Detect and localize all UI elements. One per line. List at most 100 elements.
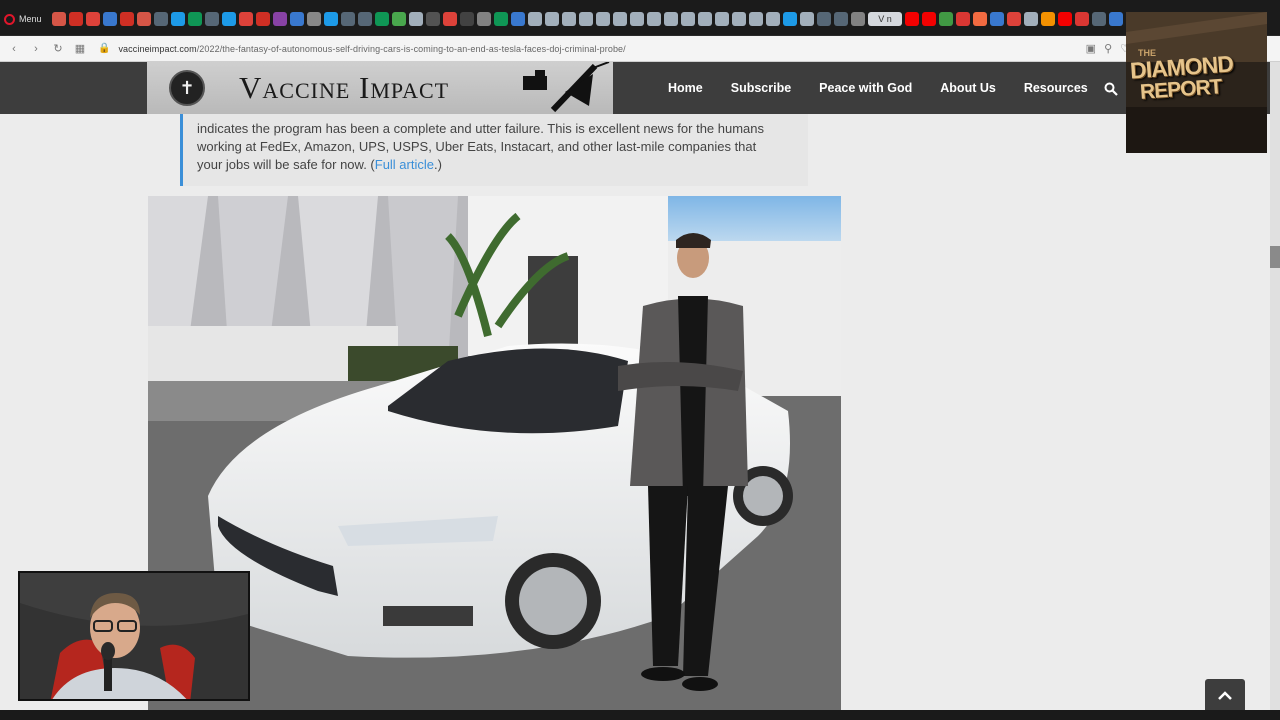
browser-menu-label: Menu — [19, 14, 42, 24]
browser-tab[interactable] — [494, 12, 508, 26]
syringe-logo-icon — [523, 62, 610, 113]
browser-tab[interactable] — [1024, 12, 1038, 26]
browser-tab[interactable] — [154, 12, 168, 26]
nav-item-home[interactable]: Home — [668, 81, 703, 95]
scrollbar-thumb[interactable] — [1270, 246, 1280, 268]
browser-tab[interactable] — [1109, 12, 1123, 26]
browser-tab[interactable] — [732, 12, 746, 26]
browser-tab[interactable] — [613, 12, 627, 26]
diamond-report-overlay: THE DIAMOND REPORT — [1126, 12, 1267, 153]
quote-line: working at FedEx, Amazon, UPS, USPS, Ube… — [197, 139, 757, 154]
browser-tab[interactable] — [681, 12, 695, 26]
browser-tab[interactable] — [664, 12, 678, 26]
opera-logo-icon — [4, 13, 15, 25]
page-scrollbar[interactable] — [1270, 62, 1280, 710]
browser-tab[interactable] — [800, 12, 814, 26]
browser-tab[interactable] — [52, 12, 66, 26]
reload-icon[interactable]: ↻ — [50, 41, 66, 57]
browser-tab[interactable] — [443, 12, 457, 26]
back-icon[interactable]: ‹ — [6, 41, 22, 57]
browser-tab[interactable] — [905, 12, 919, 26]
snapshot-icon[interactable]: ▣ — [1086, 42, 1096, 55]
browser-tab[interactable] — [426, 12, 440, 26]
site-logo[interactable]: ✝ Vaccine Impact — [147, 62, 613, 114]
browser-tab[interactable] — [222, 12, 236, 26]
browser-tab[interactable] — [596, 12, 610, 26]
browser-menu-button[interactable]: Menu — [4, 10, 42, 28]
browser-tab[interactable] — [630, 12, 644, 26]
nav-item-subscribe[interactable]: Subscribe — [731, 81, 791, 95]
logo-text: Vaccine Impact — [239, 70, 450, 105]
nav-item-about-us[interactable]: About Us — [940, 81, 996, 95]
browser-tab[interactable] — [273, 12, 287, 26]
browser-tab[interactable] — [205, 12, 219, 26]
back-to-top-button[interactable] — [1205, 679, 1245, 710]
browser-tab-bar: Menu V n — [0, 0, 1280, 36]
browser-tab[interactable] — [103, 12, 117, 26]
browser-tab[interactable] — [766, 12, 780, 26]
search-icon[interactable] — [1104, 82, 1118, 96]
browser-tab[interactable] — [341, 12, 355, 26]
browser-tab[interactable] — [939, 12, 953, 26]
browser-tab[interactable] — [528, 12, 542, 26]
browser-tab[interactable] — [1058, 12, 1072, 26]
nav-item-resources[interactable]: Resources — [1024, 81, 1088, 95]
quote-line: indicates the program has been a complet… — [197, 121, 765, 136]
browser-tab[interactable] — [120, 12, 134, 26]
browser-tab[interactable] — [1007, 12, 1021, 26]
chevron-up-icon — [1218, 690, 1232, 700]
logo-seal-icon: ✝ — [169, 70, 205, 106]
presenter-image — [20, 573, 248, 699]
browser-tab[interactable] — [477, 12, 491, 26]
full-article-link[interactable]: Full article — [375, 157, 434, 172]
browser-tab[interactable] — [579, 12, 593, 26]
browser-tab[interactable] — [375, 12, 389, 26]
browser-tab[interactable] — [256, 12, 270, 26]
browser-tab[interactable] — [239, 12, 253, 26]
browser-tab[interactable] — [851, 12, 865, 26]
browser-tab[interactable] — [956, 12, 970, 26]
browser-tab[interactable] — [171, 12, 185, 26]
browser-tab[interactable] — [922, 12, 936, 26]
browser-tab[interactable] — [562, 12, 576, 26]
browser-tab[interactable] — [647, 12, 661, 26]
browser-tab[interactable] — [973, 12, 987, 26]
browser-tab[interactable] — [137, 12, 151, 26]
browser-tab[interactable] — [324, 12, 338, 26]
browser-tab[interactable] — [460, 12, 474, 26]
browser-tab[interactable] — [511, 12, 525, 26]
browser-tab[interactable] — [307, 12, 321, 26]
nav-item-peace-with-god[interactable]: Peace with God — [819, 81, 912, 95]
browser-tab[interactable] — [783, 12, 797, 26]
browser-tab[interactable] — [715, 12, 729, 26]
browser-tab[interactable] — [817, 12, 831, 26]
article-blockquote: indicates the program has been a complet… — [180, 114, 808, 186]
browser-tab[interactable] — [990, 12, 1004, 26]
taskbar-strip — [0, 710, 1280, 720]
browser-tab[interactable] — [834, 12, 848, 26]
browser-tab[interactable] — [69, 12, 83, 26]
lock-icon: 🔒 — [98, 43, 111, 54]
browser-tab[interactable] — [698, 12, 712, 26]
zoom-icon[interactable]: ⚲ — [1104, 42, 1112, 55]
site-header: ✝ Vaccine Impact Home Subscribe Peace with… — [0, 62, 1280, 114]
active-browser-tab[interactable]: V n — [868, 12, 902, 26]
grid-icon[interactable]: ▦ — [72, 41, 88, 57]
browser-tab[interactable] — [1075, 12, 1089, 26]
browser-tab[interactable] — [1092, 12, 1106, 26]
browser-tab[interactable] — [86, 12, 100, 26]
browser-tab[interactable] — [1041, 12, 1055, 26]
browser-tab[interactable] — [188, 12, 202, 26]
quote-line: your jobs will be safe for now. (Full ar… — [197, 157, 442, 172]
browser-tab[interactable] — [545, 12, 559, 26]
presenter-webcam — [18, 571, 250, 701]
address-bar: ‹ › ↻ ▦ 🔒 vaccineimpact.com/2022/the-fan… — [0, 36, 1280, 62]
article-photo — [148, 196, 841, 710]
url-field[interactable]: vaccineimpact.com/2022/the-fantasy-of-au… — [118, 44, 625, 54]
browser-tab[interactable] — [290, 12, 304, 26]
forward-icon[interactable]: › — [28, 41, 44, 57]
browser-tab[interactable] — [409, 12, 423, 26]
browser-tab[interactable] — [392, 12, 406, 26]
browser-tab[interactable] — [749, 12, 763, 26]
browser-tab[interactable] — [358, 12, 372, 26]
